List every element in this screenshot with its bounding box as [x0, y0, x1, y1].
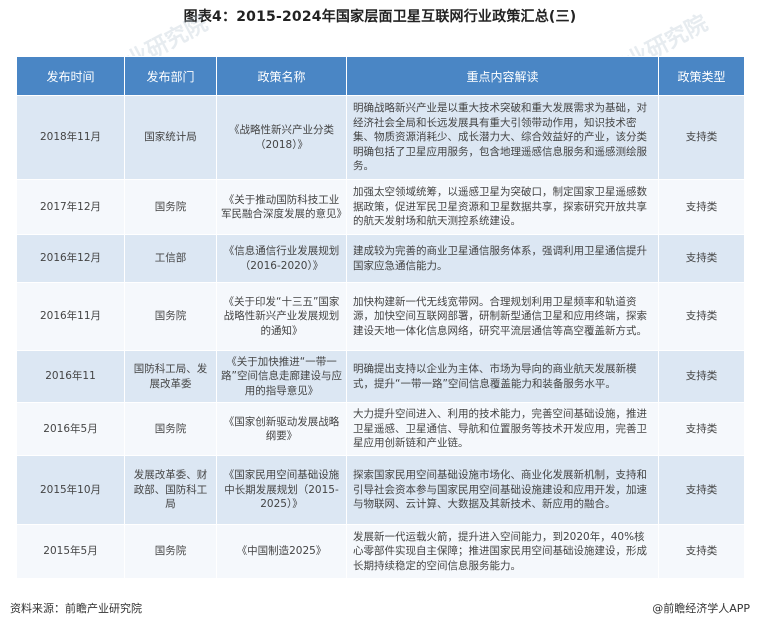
cell-key-content: 明确提出支持以企业为主体、市场为导向的商业航天发展新模式，提升“一带一路”空间信…: [346, 350, 659, 403]
header-date: 发布时间: [16, 56, 125, 96]
header-policy-type: 政策类型: [658, 56, 745, 96]
cell-policy-name: 《关于加快推进“一带一路”空间信息走廊建设与应用的指导意见》: [216, 350, 347, 403]
cell-date: 2015年10月: [16, 455, 125, 525]
credit-note: @前瞻经济学人APP: [652, 602, 750, 615]
cell-policy-name: 《中国制造2025》: [216, 524, 347, 579]
cell-key-content: 建成较为完善的商业卫星通信服务体系，强调利用卫星通信提升国家应急通信能力。: [346, 234, 659, 283]
cell-policy-type: 支持类: [658, 282, 745, 351]
cell-policy-type: 支持类: [658, 179, 745, 235]
cell-date: 2015年5月: [16, 524, 125, 579]
chart-title: 图表4：2015-2024年国家层面卫星互联网行业政策汇总(三): [183, 9, 577, 25]
cell-key-content: 明确战略新兴产业是以重大技术突破和重大发展需求为基础，对经济社会全局和长远发展具…: [346, 95, 659, 180]
table-row: 2015年10月 发展改革委、财政部、国防科工局 《国家民用空间基础设施中长期发…: [16, 455, 745, 525]
cell-date: 2016年5月: [16, 402, 125, 456]
table-row: 2016年11月 国务院 《关于印发“十三五”国家战略性新兴产业发展规划的通知》…: [16, 282, 745, 351]
cell-policy-name: 《战略性新兴产业分类（2018）》: [216, 95, 347, 180]
cell-policy-type: 支持类: [658, 402, 745, 456]
cell-policy-name: 《国家创新驱动发展战略纲要》: [216, 402, 347, 456]
cell-policy-type: 支持类: [658, 350, 745, 403]
table-row: 2015年5月 国务院 《中国制造2025》 发展新一代运载火箭，提升进入空间能…: [16, 524, 745, 579]
cell-policy-name: 《关于推动国防科技工业军民融合深度发展的意见》: [216, 179, 347, 235]
table-row: 2017年12月 国务院 《关于推动国防科技工业军民融合深度发展的意见》 加强太…: [16, 179, 745, 235]
table-row: 2016年12月 工信部 《信息通信行业发展规划（2016-2020）》 建成较…: [16, 234, 745, 283]
cell-department: 工信部: [124, 234, 217, 283]
policy-table-container: 发布时间 发布部门 政策名称 重点内容解读 政策类型 2018年11月 国家统计…: [16, 56, 745, 579]
header-policy-name: 政策名称: [216, 56, 347, 96]
table-header-row: 发布时间 发布部门 政策名称 重点内容解读 政策类型: [16, 56, 745, 96]
cell-department: 国务院: [124, 179, 217, 235]
cell-policy-name: 《国家民用空间基础设施中长期发展规划（2015-2025）》: [216, 455, 347, 525]
cell-policy-type: 支持类: [658, 234, 745, 283]
cell-key-content: 探索国家民用空间基础设施市场化、商业化发展新机制，支持和引导社会资本参与国家民用…: [346, 455, 659, 525]
cell-date: 2016年11月: [16, 282, 125, 351]
cell-department: 国家统计局: [124, 95, 217, 180]
cell-department: 国务院: [124, 524, 217, 579]
table-row: 2016年5月 国务院 《国家创新驱动发展战略纲要》 大力提升空间进入、利用的技…: [16, 402, 745, 456]
cell-date: 2016年12月: [16, 234, 125, 283]
source-note: 资料来源：前瞻产业研究院: [10, 602, 142, 615]
cell-policy-name: 《信息通信行业发展规划（2016-2020）》: [216, 234, 347, 283]
cell-key-content: 大力提升空间进入、利用的技术能力，完善空间基础设施，推进卫星遥感、卫星通信、导航…: [346, 402, 659, 456]
cell-key-content: 发展新一代运载火箭，提升进入空间能力，到2020年，40%核心零部件实现自主保障…: [346, 524, 659, 579]
cell-date: 2016年11: [16, 350, 125, 403]
cell-key-content: 加快构建新一代无线宽带网。合理规划利用卫星频率和轨道资源，加快空间互联网部署，研…: [346, 282, 659, 351]
header-department: 发布部门: [124, 56, 217, 96]
cell-department: 国务院: [124, 282, 217, 351]
cell-department: 国防科工局、发展改革委: [124, 350, 217, 403]
cell-date: 2017年12月: [16, 179, 125, 235]
cell-key-content: 加强太空领域统筹，以遥感卫星为突破口，制定国家卫星遥感数据政策，促进军民卫星资源…: [346, 179, 659, 235]
cell-date: 2018年11月: [16, 95, 125, 180]
table-row: 2018年11月 国家统计局 《战略性新兴产业分类（2018）》 明确战略新兴产…: [16, 95, 745, 180]
cell-policy-type: 支持类: [658, 524, 745, 579]
header-key-content: 重点内容解读: [346, 56, 659, 96]
table-row: 2016年11 国防科工局、发展改革委 《关于加快推进“一带一路”空间信息走廊建…: [16, 350, 745, 403]
cell-policy-name: 《关于印发“十三五”国家战略性新兴产业发展规划的通知》: [216, 282, 347, 351]
cell-policy-type: 支持类: [658, 455, 745, 525]
policy-table: 发布时间 发布部门 政策名称 重点内容解读 政策类型 2018年11月 国家统计…: [16, 56, 745, 579]
cell-department: 国务院: [124, 402, 217, 456]
cell-policy-type: 支持类: [658, 95, 745, 180]
cell-department: 发展改革委、财政部、国防科工局: [124, 455, 217, 525]
